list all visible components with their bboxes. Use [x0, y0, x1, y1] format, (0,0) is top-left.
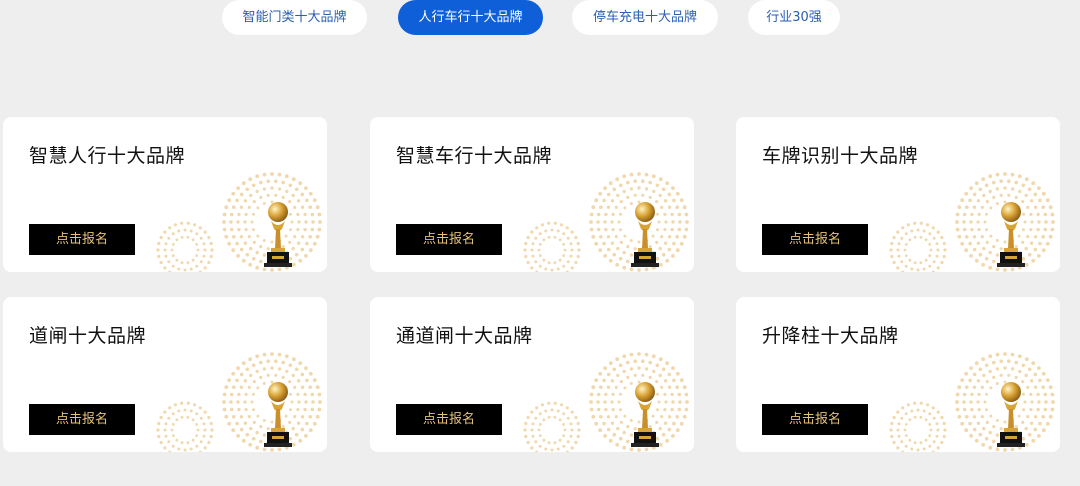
trophy-icon [523, 352, 689, 452]
register-button[interactable]: 点击报名 [762, 224, 868, 255]
card-title: 升降柱十大品牌 [762, 325, 899, 347]
register-button[interactable]: 点击报名 [29, 404, 135, 435]
award-card: 通道闸十大品牌 点击报名 [370, 297, 694, 452]
register-button[interactable]: 点击报名 [396, 224, 502, 255]
tab-pedestrian-vehicle[interactable]: 人行车行十大品牌 [398, 0, 543, 35]
card-title: 通道闸十大品牌 [396, 325, 533, 347]
trophy-icon [156, 352, 322, 452]
tab-parking-charging[interactable]: 停车充电十大品牌 [572, 0, 718, 35]
card-title: 道闸十大品牌 [29, 325, 147, 347]
award-card: 车牌识别十大品牌 点击报名 [736, 117, 1060, 272]
award-card: 智慧车行十大品牌 点击报名 [370, 117, 694, 272]
award-card: 道闸十大品牌 点击报名 [3, 297, 327, 452]
trophy-icon [156, 172, 322, 272]
trophy-icon [523, 172, 689, 272]
award-card: 智慧人行十大品牌 点击报名 [3, 117, 327, 272]
award-card: 升降柱十大品牌 点击报名 [736, 297, 1060, 452]
register-button[interactable]: 点击报名 [762, 404, 868, 435]
register-button[interactable]: 点击报名 [29, 224, 135, 255]
register-button[interactable]: 点击报名 [396, 404, 502, 435]
trophy-icon [889, 172, 1055, 272]
trophy-icon [889, 352, 1055, 452]
tab-top-30[interactable]: 行业30强 [748, 0, 840, 35]
tab-smart-door[interactable]: 智能门类十大品牌 [222, 0, 367, 35]
